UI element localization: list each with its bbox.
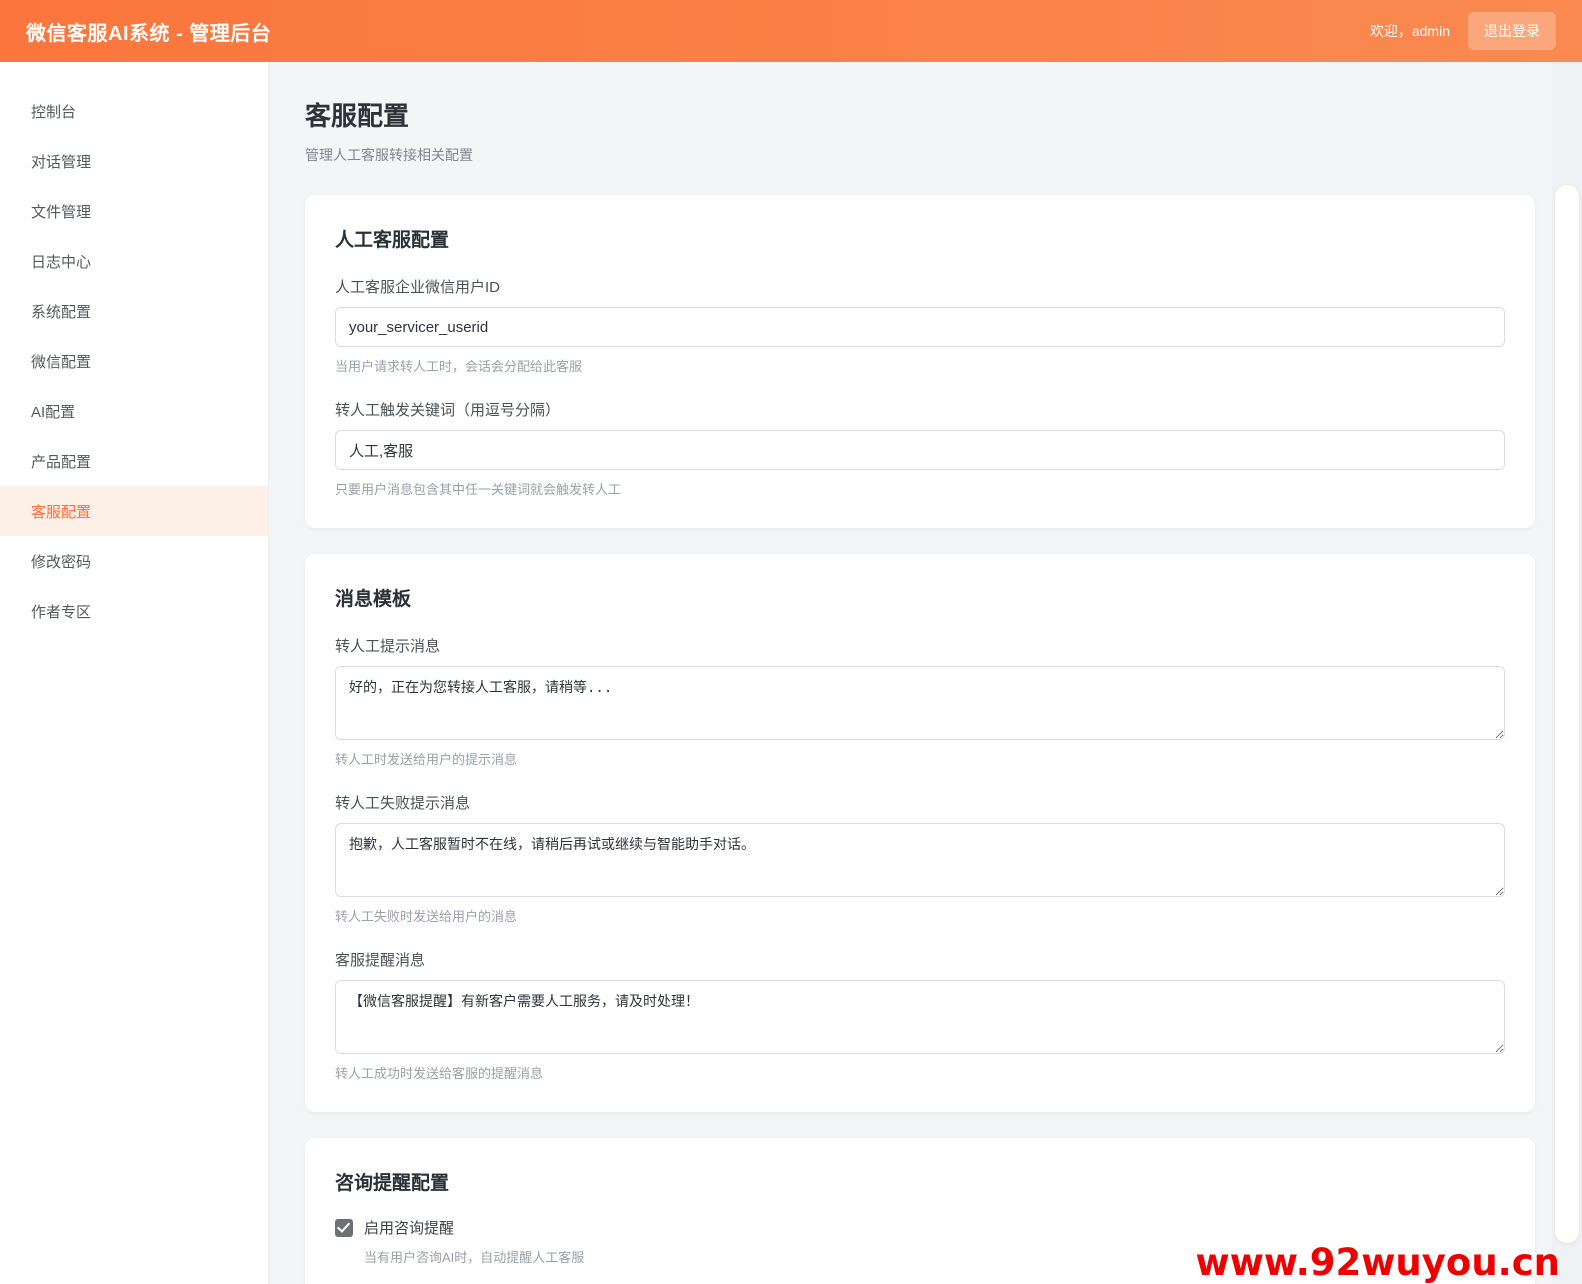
main-content: 客服配置 管理人工客服转接相关配置 人工客服配置 人工客服企业微信用户ID 当用… [270, 62, 1552, 1284]
field-trigger-keywords: 转人工触发关键词（用逗号分隔） 只要用户消息包含其中任一关键词就会触发转人工 [335, 399, 1505, 498]
trigger-keywords-label: 转人工触发关键词（用逗号分隔） [335, 402, 561, 419]
sidebar-item-author-zone[interactable]: 作者专区 [0, 586, 268, 636]
card-agent-title: 人工客服配置 [335, 230, 450, 251]
header-right-group: 欢迎，admin 退出登录 [1370, 12, 1556, 50]
card-templates-title: 消息模板 [335, 589, 412, 610]
admin-app: 微信客服AI系统 - 管理后台 欢迎，admin 退出登录 控制台 对话管理 文… [0, 0, 1582, 1284]
sidebar-item-change-password[interactable]: 修改密码 [0, 536, 268, 586]
sidebar-item-service-config[interactable]: 客服配置 [0, 486, 268, 536]
transfer-fail-message-textarea[interactable]: 抱歉，人工客服暂时不在线，请稍后再试或继续与智能助手对话。 [335, 823, 1505, 897]
transfer-fail-message-help: 转人工失败时发送给用户的消息 [335, 909, 518, 924]
agent-reminder-message-help: 转人工成功时发送给客服的提醒消息 [335, 1066, 544, 1081]
sidebar-item-product-config[interactable]: 产品配置 [0, 436, 268, 486]
transfer-fail-message-label: 转人工失败提示消息 [335, 795, 471, 812]
field-transfer-fail-message: 转人工失败提示消息 抱歉，人工客服暂时不在线，请稍后再试或继续与智能助手对话。 … [335, 792, 1505, 925]
sidebar-item-logs[interactable]: 日志中心 [0, 236, 268, 286]
trigger-keywords-help: 只要用户消息包含其中任一关键词就会触发转人工 [335, 482, 622, 497]
transfer-message-label: 转人工提示消息 [335, 638, 441, 655]
scrollbar-thumb[interactable] [1555, 185, 1579, 1243]
agent-reminder-message-textarea[interactable]: 【微信客服提醒】有新客户需要人工服务，请及时处理！ [335, 980, 1505, 1054]
sidebar-item-files[interactable]: 文件管理 [0, 186, 268, 236]
welcome-text: 欢迎，admin [1369, 23, 1450, 39]
enable-notify-label: 启用咨询提醒 [364, 1220, 455, 1237]
agent-reminder-message-label: 客服提醒消息 [335, 952, 426, 969]
logout-button[interactable]: 退出登录 [1468, 12, 1556, 50]
scrollbar-track[interactable] [1552, 62, 1582, 1284]
field-transfer-message: 转人工提示消息 好的，正在为您转接人工客服，请稍等... 转人工时发送给用户的提… [335, 635, 1505, 768]
transfer-message-textarea[interactable]: 好的，正在为您转接人工客服，请稍等... [335, 666, 1505, 740]
top-header-bar: 微信客服AI系统 - 管理后台 欢迎，admin 退出登录 [0, 0, 1582, 62]
sidebar-item-dashboard[interactable]: 控制台 [0, 86, 268, 136]
sidebar-nav: 控制台 对话管理 文件管理 日志中心 系统配置 微信配置 AI配置 产品配置 客… [0, 62, 269, 1284]
transfer-message-help: 转人工时发送给用户的提示消息 [335, 752, 518, 767]
field-agent-reminder-message: 客服提醒消息 【微信客服提醒】有新客户需要人工服务，请及时处理！ 转人工成功时发… [335, 949, 1505, 1082]
watermark-text: www.92wuyou.cn [1195, 1241, 1560, 1284]
field-servicer-userid: 人工客服企业微信用户ID 当用户请求转人工时，会话会分配给此客服 [335, 276, 1505, 375]
card-message-templates: 消息模板 转人工提示消息 好的，正在为您转接人工客服，请稍等... 转人工时发送… [305, 554, 1535, 1112]
page-subtitle: 管理人工客服转接相关配置 [305, 147, 473, 163]
trigger-keywords-input[interactable] [335, 430, 1505, 470]
page-title: 客服配置 [305, 101, 410, 131]
card-agent-config: 人工客服配置 人工客服企业微信用户ID 当用户请求转人工时，会话会分配给此客服 … [305, 195, 1535, 528]
sidebar-item-system-config[interactable]: 系统配置 [0, 286, 268, 336]
enable-notify-checkbox[interactable] [335, 1218, 353, 1237]
sidebar-item-wechat-config[interactable]: 微信配置 [0, 336, 268, 386]
sidebar-item-conversations[interactable]: 对话管理 [0, 136, 268, 186]
app-title: 微信客服AI系统 - 管理后台 [26, 22, 272, 45]
card-notify-title: 咨询提醒配置 [335, 1173, 450, 1194]
sidebar-item-ai-config[interactable]: AI配置 [0, 386, 268, 436]
enable-notify-row[interactable]: 启用咨询提醒 [335, 1217, 1505, 1238]
servicer-userid-input[interactable] [335, 307, 1505, 347]
servicer-userid-help: 当用户请求转人工时，会话会分配给此客服 [335, 359, 583, 374]
servicer-userid-label: 人工客服企业微信用户ID [335, 279, 501, 296]
